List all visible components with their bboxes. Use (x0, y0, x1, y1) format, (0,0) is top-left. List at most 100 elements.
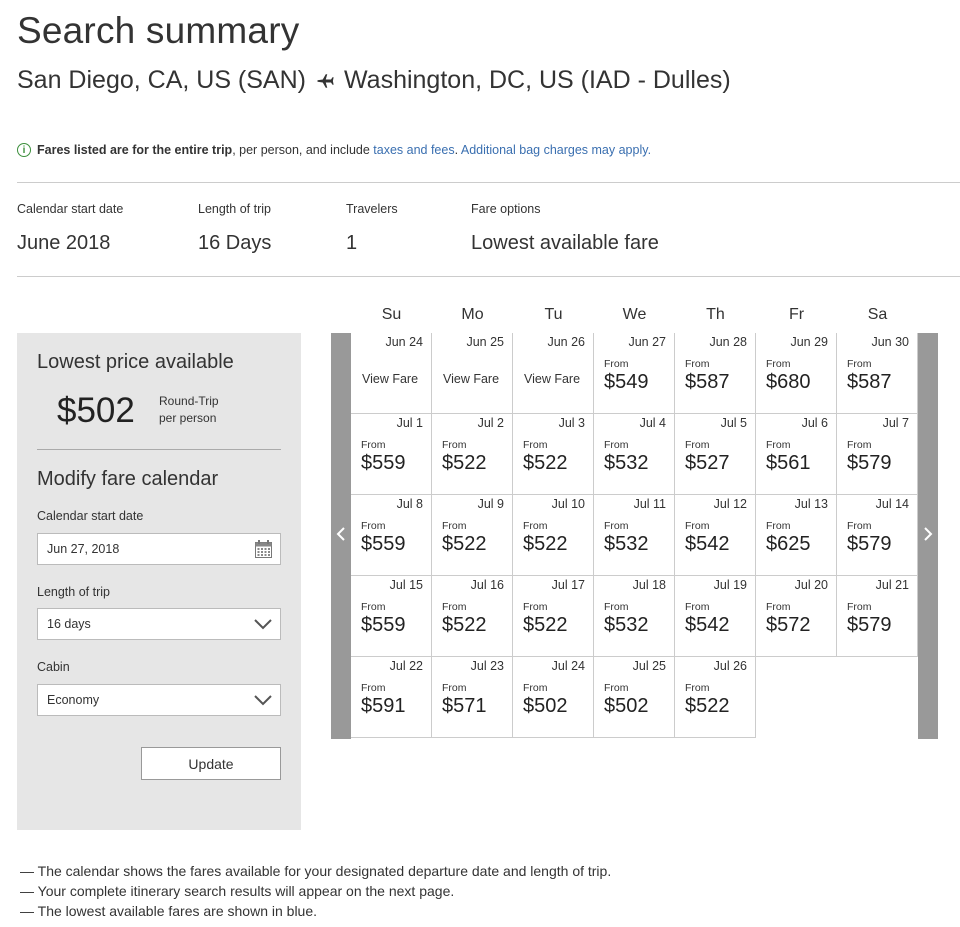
fare-price[interactable]: $522 (442, 614, 487, 637)
calendar-day-cell[interactable]: Jul 24 From $502 (513, 657, 594, 738)
day-date: Jul 19 (713, 578, 747, 592)
summary-start-date: Calendar start date June 2018 (17, 202, 124, 254)
day-date: Jul 15 (389, 578, 423, 592)
view-fare-link[interactable]: View Fare (443, 372, 499, 386)
calendar-day-cell[interactable]: Jul 14 From $579 (837, 495, 918, 576)
calendar-day-cell[interactable]: Jul 5 From $527 (675, 414, 756, 495)
from-label: From (847, 358, 872, 370)
calendar-day-cell[interactable]: Jul 10 From $522 (513, 495, 594, 576)
start-date-label: Calendar start date (37, 509, 144, 523)
fare-price[interactable]: $561 (766, 452, 811, 475)
day-date: Jul 5 (720, 416, 747, 430)
fare-price[interactable]: $502 (523, 695, 568, 718)
calendar-day-cell[interactable]: Jul 15 From $559 (351, 576, 432, 657)
fare-price[interactable]: $522 (523, 614, 568, 637)
fare-price[interactable]: $572 (766, 614, 811, 637)
fare-price[interactable]: $522 (523, 533, 568, 556)
start-date-input[interactable]: Jun 27, 2018 (37, 533, 281, 565)
update-button[interactable]: Update (141, 747, 281, 780)
from-label: From (604, 682, 629, 694)
from-label: From (685, 358, 710, 370)
calendar-day-cell[interactable]: Jul 21 From $579 (837, 576, 918, 657)
fare-price[interactable]: $542 (685, 614, 730, 637)
calendar-day-cell[interactable]: Jul 20 From $572 (756, 576, 837, 657)
taxes-fees-link[interactable]: taxes and fees (373, 143, 454, 157)
calendar-day-cell[interactable]: Jun 28 From $587 (675, 333, 756, 414)
calendar-day-cell[interactable]: Jun 27 From $549 (594, 333, 675, 414)
calendar-day-cell[interactable]: Jul 3 From $522 (513, 414, 594, 495)
cabin-label: Cabin (37, 660, 70, 674)
fare-price[interactable]: $625 (766, 533, 811, 556)
notice-bold-text: Fares listed are for the entire trip (37, 143, 233, 157)
calendar-day-cell[interactable]: Jul 8 From $559 (351, 495, 432, 576)
fare-price[interactable]: $587 (685, 371, 730, 394)
chevron-down-icon[interactable] (254, 693, 272, 707)
calendar-day-cell[interactable]: Jul 23 From $571 (432, 657, 513, 738)
fare-price[interactable]: $579 (847, 452, 892, 475)
from-label: From (523, 601, 548, 613)
calendar-icon[interactable] (255, 540, 272, 558)
fare-price[interactable]: $522 (442, 452, 487, 475)
cabin-select[interactable]: Economy (37, 684, 281, 716)
calendar-day-cell[interactable]: Jul 7 From $579 (837, 414, 918, 495)
fare-price[interactable]: $559 (361, 452, 406, 475)
fare-price[interactable]: $532 (604, 614, 649, 637)
fare-price[interactable]: $532 (604, 533, 649, 556)
fare-price[interactable]: $591 (361, 695, 406, 718)
calendar-day-cell[interactable]: Jun 25 View Fare (432, 333, 513, 414)
fare-price[interactable]: $579 (847, 614, 892, 637)
from-label: From (361, 439, 386, 451)
from-label: From (361, 682, 386, 694)
chevron-down-icon[interactable] (254, 617, 272, 631)
calendar-day-cell[interactable]: Jul 26 From $522 (675, 657, 756, 738)
fare-price[interactable]: $522 (685, 695, 730, 718)
day-date: Jul 8 (396, 497, 423, 511)
fare-price[interactable]: $522 (523, 452, 568, 475)
calendar-day-cell[interactable]: Jul 4 From $532 (594, 414, 675, 495)
trip-length-select[interactable]: 16 days (37, 608, 281, 640)
calendar-day-cell[interactable]: Jul 2 From $522 (432, 414, 513, 495)
day-date: Jul 12 (713, 497, 747, 511)
fare-price[interactable]: $542 (685, 533, 730, 556)
bag-charges-link[interactable]: Additional bag charges may apply. (461, 143, 651, 157)
fare-price[interactable]: $579 (847, 533, 892, 556)
calendar-day-cell[interactable]: Jul 6 From $561 (756, 414, 837, 495)
fare-price[interactable]: $559 (361, 533, 406, 556)
calendar-day-cell[interactable]: Jul 17 From $522 (513, 576, 594, 657)
fare-price[interactable]: $571 (442, 695, 487, 718)
calendar-day-cell[interactable]: Jun 24 View Fare (351, 333, 432, 414)
calendar-day-cell[interactable]: Jun 30 From $587 (837, 333, 918, 414)
calendar-day-cell[interactable]: Jul 25 From $502 (594, 657, 675, 738)
calendar-day-cell[interactable]: Jul 18 From $532 (594, 576, 675, 657)
calendar-day-cell[interactable]: Jul 19 From $542 (675, 576, 756, 657)
fare-price[interactable]: $680 (766, 371, 811, 394)
day-date: Jul 17 (551, 578, 585, 592)
calendar-day-cell[interactable]: Jun 26 View Fare (513, 333, 594, 414)
fare-price[interactable]: $549 (604, 371, 649, 394)
fare-price[interactable]: $532 (604, 452, 649, 475)
day-date: Jul 10 (551, 497, 585, 511)
from-label: From (766, 520, 791, 532)
next-week-button[interactable] (918, 333, 938, 739)
prev-week-button[interactable] (331, 333, 351, 739)
calendar-day-cell[interactable]: Jul 22 From $591 (351, 657, 432, 738)
divider (17, 276, 960, 277)
calendar-day-cell[interactable]: Jul 1 From $559 (351, 414, 432, 495)
calendar-day-cell[interactable]: Jul 12 From $542 (675, 495, 756, 576)
calendar-day-cell[interactable]: Jul 16 From $522 (432, 576, 513, 657)
fare-price[interactable]: $527 (685, 452, 730, 475)
fare-price[interactable]: $502 (604, 695, 649, 718)
fare-price[interactable]: $559 (361, 614, 406, 637)
from-label: From (766, 358, 791, 370)
day-date: Jun 25 (466, 335, 504, 349)
calendar-day-cell[interactable]: Jul 11 From $532 (594, 495, 675, 576)
fare-price[interactable]: $587 (847, 371, 892, 394)
fare-price[interactable]: $522 (442, 533, 487, 556)
day-date: Jun 29 (790, 335, 828, 349)
day-date: Jul 13 (794, 497, 828, 511)
view-fare-link[interactable]: View Fare (362, 372, 418, 386)
view-fare-link[interactable]: View Fare (524, 372, 580, 386)
calendar-day-cell[interactable]: Jun 29 From $680 (756, 333, 837, 414)
calendar-day-cell[interactable]: Jul 9 From $522 (432, 495, 513, 576)
calendar-day-cell[interactable]: Jul 13 From $625 (756, 495, 837, 576)
